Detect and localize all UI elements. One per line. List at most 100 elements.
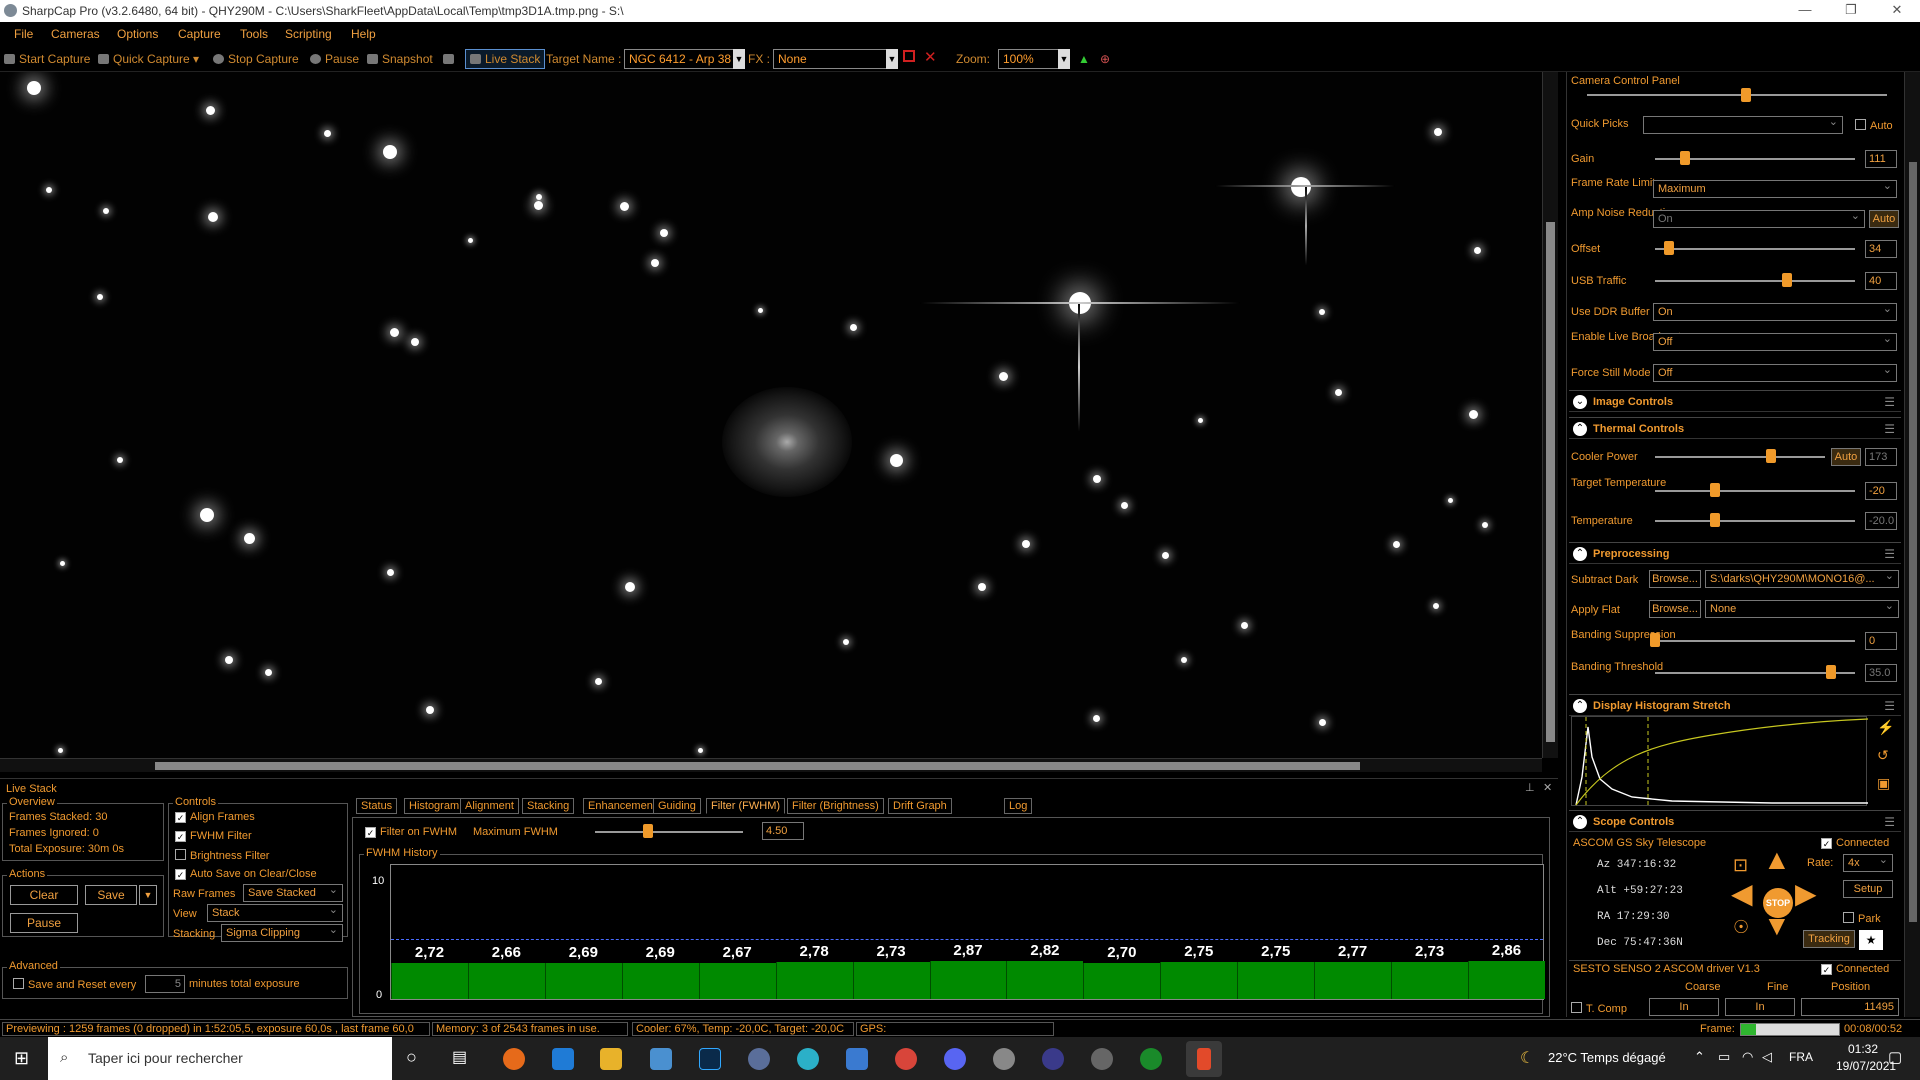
fx-select[interactable]: None	[773, 49, 893, 69]
start-capture-button[interactable]: Start Capture	[4, 52, 90, 66]
clock-time[interactable]: 01:32	[1848, 1042, 1878, 1056]
cooler-power-slider[interactable]	[1655, 456, 1825, 458]
amp-noise-select[interactable]: On	[1653, 209, 1865, 228]
stop-capture-button[interactable]: Stop Capture	[213, 52, 299, 66]
cortana-icon[interactable]: ○	[406, 1047, 417, 1068]
banding-suppression-knob[interactable]	[1650, 633, 1660, 647]
live-broadcast-select[interactable]: Off	[1653, 332, 1897, 351]
close-icon[interactable]: ✕	[1543, 781, 1552, 794]
brightness-checkbox[interactable]	[175, 849, 186, 860]
right-panel-scrollbar[interactable]	[1904, 72, 1920, 1017]
save-reset-checkbox[interactable]	[13, 978, 24, 989]
ddr-buffer-select[interactable]: On	[1653, 302, 1897, 321]
quick-picks-select[interactable]	[1643, 115, 1843, 134]
minimize-button[interactable]: —	[1790, 2, 1820, 17]
menu-icon[interactable]: ☰	[1884, 815, 1895, 829]
offset-value[interactable]: 34	[1865, 240, 1897, 258]
scroll-thumb[interactable]	[1546, 222, 1555, 742]
check-icon[interactable]: ✓	[1821, 838, 1832, 849]
taskbar-search[interactable]: ⌕ Taper ici pour rechercher	[48, 1037, 392, 1080]
display-icon[interactable]	[443, 52, 458, 66]
raw-frames-select[interactable]: Save Stacked	[243, 883, 343, 902]
app-icon[interactable]	[993, 1048, 1015, 1070]
app-icon[interactable]	[650, 1048, 672, 1070]
pause-stack-button[interactable]: Pause	[10, 913, 78, 933]
target-temp-knob[interactable]	[1710, 483, 1720, 497]
offset-knob[interactable]	[1664, 241, 1674, 255]
tab-stacking[interactable]: Stacking	[522, 798, 575, 814]
coarse-in-button[interactable]: In	[1649, 998, 1719, 1016]
sun-icon[interactable]: ☉	[1733, 918, 1749, 936]
zoom-select[interactable]: 100%	[998, 49, 1063, 69]
chrome-icon[interactable]	[895, 1048, 917, 1070]
target-temp-slider[interactable]	[1655, 490, 1855, 492]
tracking-button[interactable]: Tracking	[1803, 930, 1855, 948]
scope-setup-button[interactable]: Setup	[1843, 880, 1893, 898]
banding-suppression-slider[interactable]	[1655, 640, 1855, 642]
discord-icon[interactable]	[944, 1048, 966, 1070]
windows-start-icon[interactable]: ⊞	[14, 1048, 29, 1069]
save-icon[interactable]: ▣	[1877, 776, 1890, 790]
banding-suppression-value[interactable]: 0	[1865, 632, 1897, 650]
preprocessing-header[interactable]: ⌃ Preprocessing ☰	[1569, 542, 1901, 564]
tray-chevron-icon[interactable]: ⌃	[1694, 1049, 1705, 1065]
app-icon[interactable]	[1091, 1048, 1113, 1070]
menu-options[interactable]: Options	[117, 27, 158, 41]
check-icon[interactable]: ✓	[175, 812, 186, 823]
auto-checkbox[interactable]	[1855, 119, 1866, 130]
check-icon[interactable]: ✓	[175, 831, 186, 842]
exposure-slider-knob[interactable]	[1741, 88, 1751, 102]
fwhm-filter-option[interactable]: ✓ FWHM Filter	[175, 830, 252, 842]
menu-icon[interactable]: ☰	[1884, 699, 1895, 713]
menu-icon[interactable]: ☰	[1884, 395, 1895, 409]
edge-icon[interactable]	[797, 1048, 819, 1070]
maximize-button[interactable]: ❐	[1836, 2, 1866, 18]
reset-icon[interactable]: ↺	[1877, 748, 1889, 762]
rate-select[interactable]: 4x	[1843, 853, 1893, 872]
sharpcap-taskbar-button[interactable]	[1186, 1041, 1222, 1077]
menu-icon[interactable]: ☰	[1884, 547, 1895, 561]
park-checkbox[interactable]	[1843, 912, 1854, 923]
north-arrow-icon[interactable]: ▲	[1763, 846, 1791, 874]
scroll-thumb[interactable]	[155, 762, 1360, 770]
target-icon[interactable]: ⊕	[1100, 52, 1110, 66]
stacking-select[interactable]: Sigma Clipping	[221, 923, 343, 942]
menu-help[interactable]: Help	[351, 27, 376, 41]
focuser-connected[interactable]: ✓ Connected	[1821, 964, 1889, 975]
menu-tools[interactable]: Tools	[240, 27, 268, 41]
cooler-power-value[interactable]: 173	[1865, 448, 1897, 466]
frame-rate-select[interactable]: Maximum	[1653, 179, 1897, 198]
gain-knob[interactable]	[1680, 151, 1690, 165]
pause-button[interactable]: Pause	[310, 52, 359, 66]
tcomp-checkbox[interactable]	[1571, 1002, 1582, 1013]
network-icon[interactable]: ▭	[1718, 1049, 1730, 1065]
auto-save-option[interactable]: ✓ Auto Save on Clear/Close	[175, 868, 317, 880]
gain-value[interactable]: 111	[1865, 150, 1897, 168]
browse-flat-button[interactable]: Browse...	[1649, 600, 1701, 618]
tab-status[interactable]: Status	[356, 798, 398, 814]
menu-file[interactable]: File	[14, 27, 33, 41]
save-reset-option[interactable]: Save and Reset every	[13, 978, 136, 991]
focuser-position-value[interactable]: 11495	[1801, 998, 1899, 1016]
brightness-filter-option[interactable]: Brightness Filter	[175, 849, 269, 862]
max-fwhm-slider[interactable]	[595, 831, 743, 833]
subtract-dark-select[interactable]: S:\darks\QHY290M\MONO16@...	[1705, 570, 1899, 588]
image-controls-header[interactable]: ⌄ Image Controls ☰	[1569, 390, 1901, 412]
photoshop-icon[interactable]	[699, 1048, 721, 1070]
photos-icon[interactable]	[846, 1048, 868, 1070]
tab-guiding[interactable]: Guiding	[653, 798, 701, 814]
scope-connected[interactable]: ✓ Connected	[1821, 838, 1889, 849]
menu-scripting[interactable]: Scripting	[285, 27, 332, 41]
wifi-icon[interactable]: ◠	[1742, 1049, 1753, 1065]
save-button[interactable]: Save	[85, 885, 137, 905]
save-dropdown-button[interactable]: ▼	[139, 885, 157, 905]
banding-threshold-slider[interactable]	[1655, 672, 1855, 674]
zoom-dropdown-arrow[interactable]: ▼	[1058, 49, 1070, 69]
quick-picks-auto[interactable]: Auto	[1855, 119, 1893, 132]
usb-traffic-value[interactable]: 40	[1865, 272, 1897, 290]
close-button[interactable]: ✕	[1882, 2, 1912, 18]
weather-text[interactable]: 22°C Temps dégagé	[1548, 1050, 1666, 1065]
east-arrow-icon[interactable]: ▶	[1795, 880, 1817, 908]
fx-dropdown-arrow[interactable]: ▼	[886, 49, 898, 69]
capture-image-view[interactable]	[0, 72, 1542, 758]
